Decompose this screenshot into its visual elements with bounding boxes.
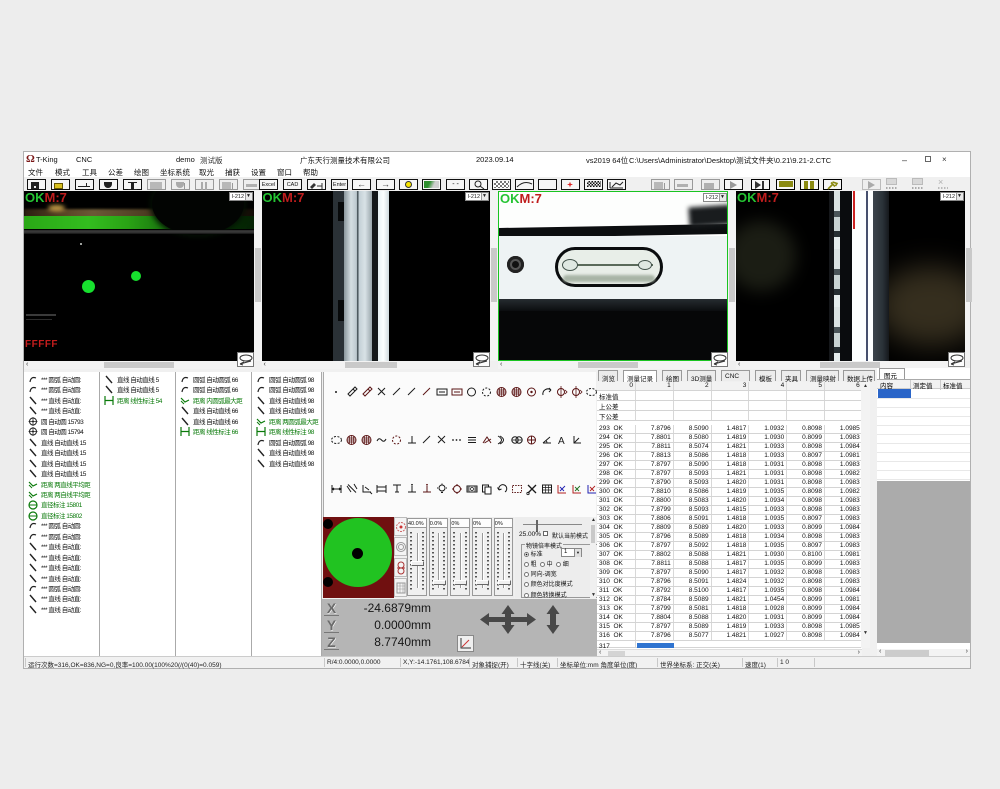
- svg-text:A: A: [558, 436, 565, 447]
